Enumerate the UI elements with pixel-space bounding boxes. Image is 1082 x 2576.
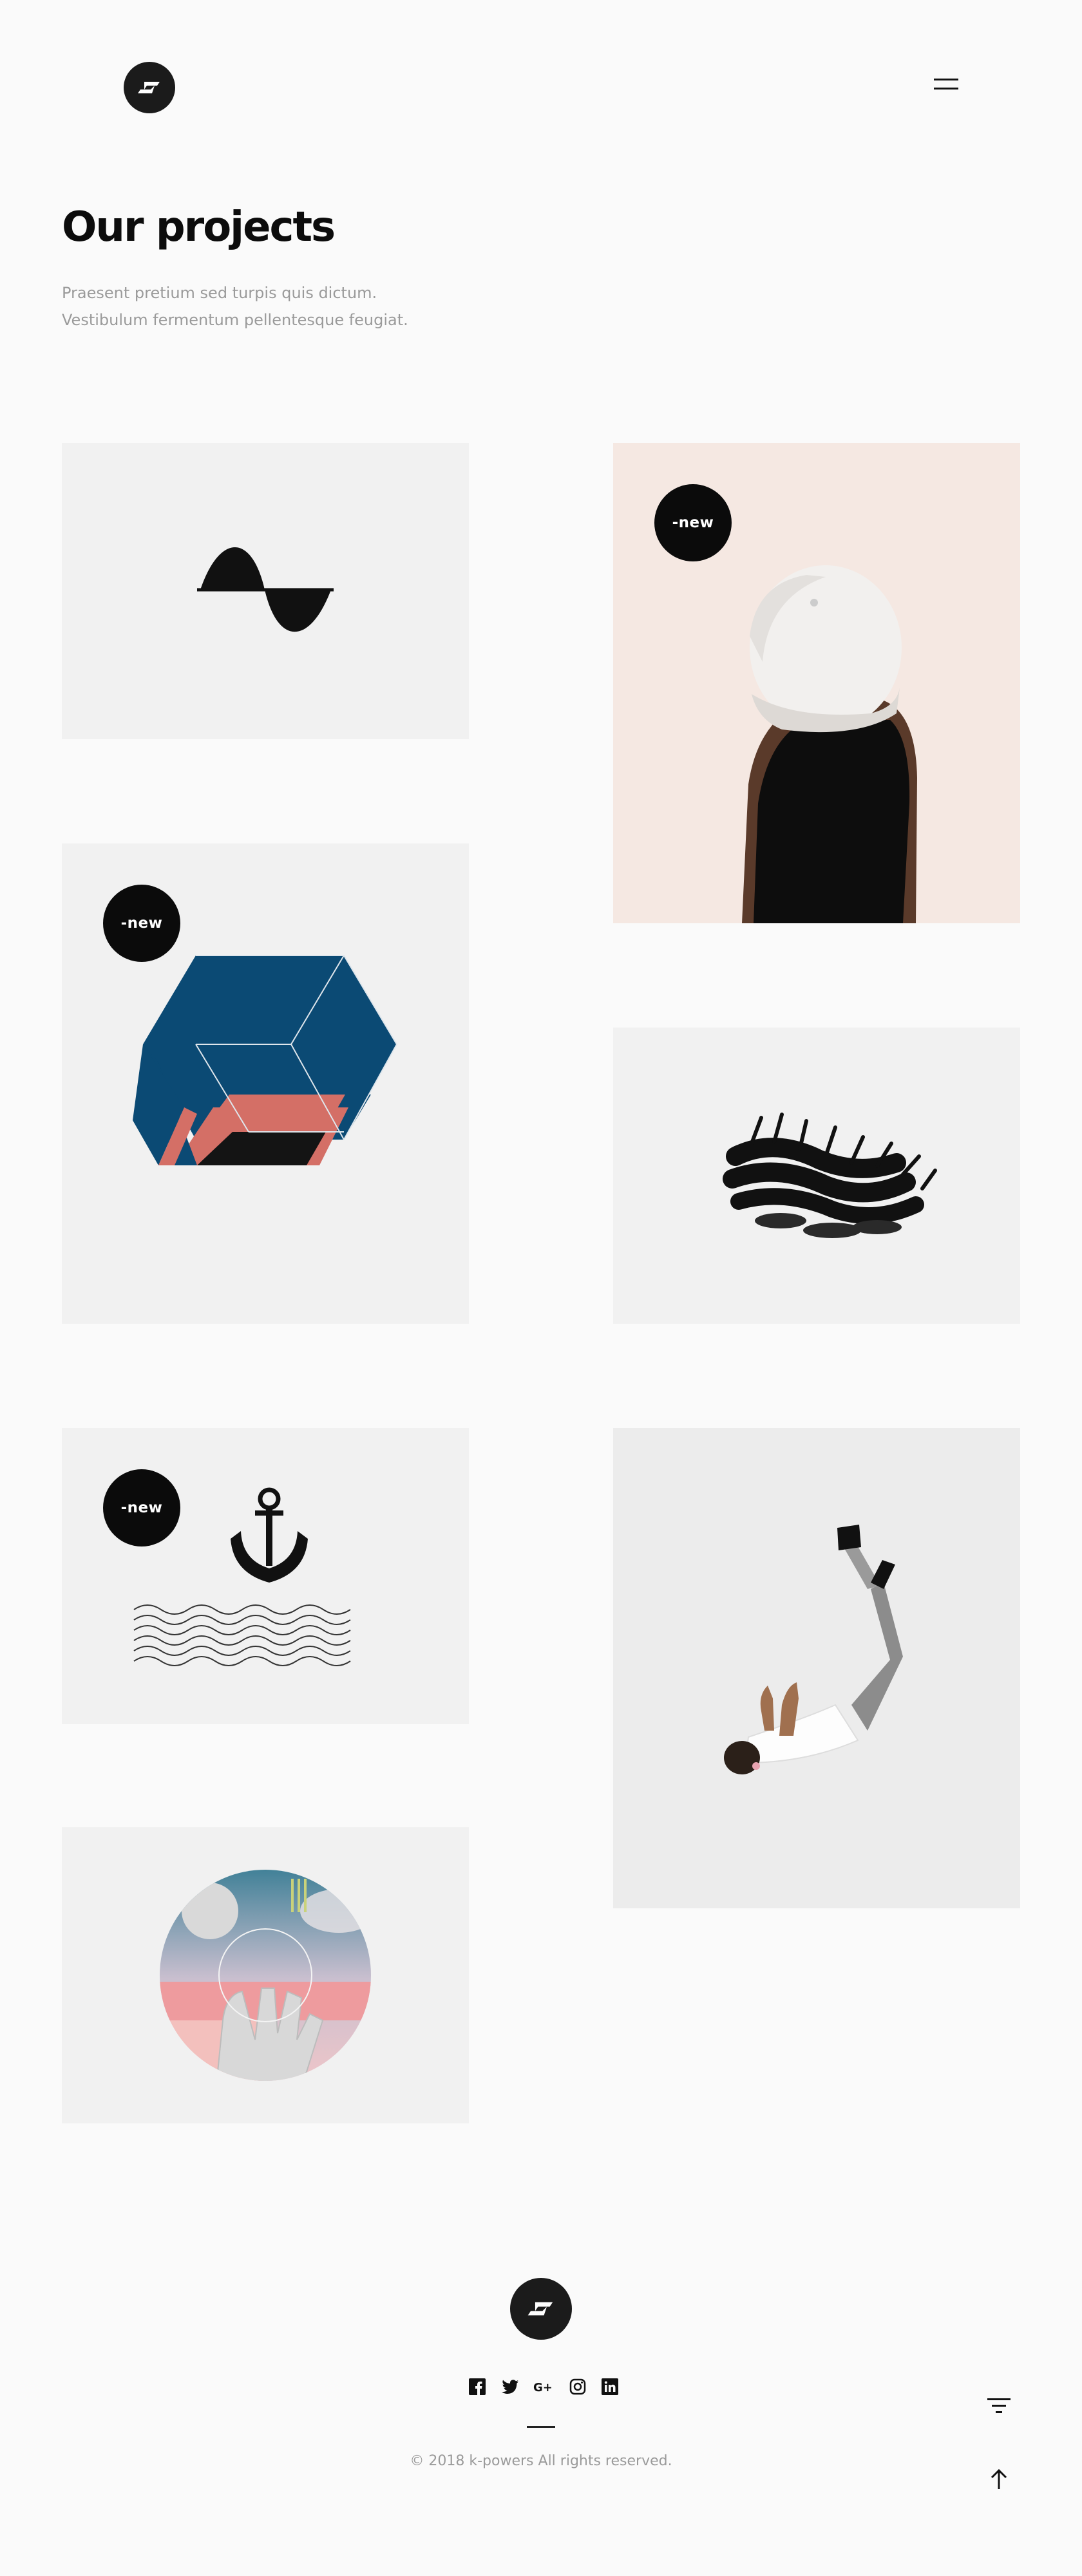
instagram-icon[interactable] [569, 2378, 587, 2396]
intro-line-2: Vestibulum fermentum pellentesque feugia… [62, 311, 408, 329]
anchor-waves-illustration [133, 1487, 351, 1666]
s-logo-icon [138, 82, 160, 93]
scroll-top-button[interactable] [983, 2463, 1015, 2496]
google-plus-icon[interactable]: G+ [533, 2378, 555, 2396]
falling-man-photo [724, 1525, 903, 1774]
hamburger-icon [934, 79, 958, 80]
svg-text:G+: G+ [533, 2381, 553, 2394]
new-badge: -new [103, 885, 180, 962]
arrow-up-icon [991, 2468, 1007, 2489]
project-card-paint-stroke[interactable] [613, 1028, 1020, 1324]
project-card-anchor[interactable]: -new [62, 1428, 469, 1724]
project-card-helmet[interactable]: -new [613, 443, 1020, 923]
header-logo[interactable] [124, 62, 175, 113]
intro-line-1: Praesent pretium sed turpis quis dictum. [62, 284, 377, 302]
project-card-hand-collage[interactable] [62, 1827, 469, 2123]
filter-icon [987, 2398, 1011, 2413]
filter-button[interactable] [983, 2390, 1015, 2422]
twitter-icon[interactable] [501, 2378, 519, 2396]
facebook-icon[interactable] [469, 2378, 487, 2396]
menu-button[interactable] [934, 79, 960, 97]
footer-logo[interactable] [510, 2278, 572, 2340]
black-paint-stroke-illustration [723, 1113, 937, 1238]
new-badge: -new [103, 1469, 180, 1547]
copyright-text: © 2018 k-powers All rights reserved. [410, 2453, 672, 2469]
page-title: Our projects [62, 203, 336, 251]
new-badge: -new [654, 484, 732, 561]
project-card-falling-man[interactable] [613, 1428, 1020, 1908]
page-intro: Praesent pretium sed turpis quis dictum.… [62, 279, 513, 334]
linkedin-icon[interactable] [602, 2378, 620, 2396]
hand-collage-illustration [160, 1870, 371, 2081]
sine-wave-illustration [197, 547, 334, 632]
s-logo-icon [527, 2302, 553, 2316]
project-card-hexagon[interactable]: -new [62, 843, 469, 1324]
social-links: G+ [469, 2378, 620, 2396]
footer-divider [527, 2426, 555, 2428]
project-card-sine-wave[interactable] [62, 443, 469, 739]
